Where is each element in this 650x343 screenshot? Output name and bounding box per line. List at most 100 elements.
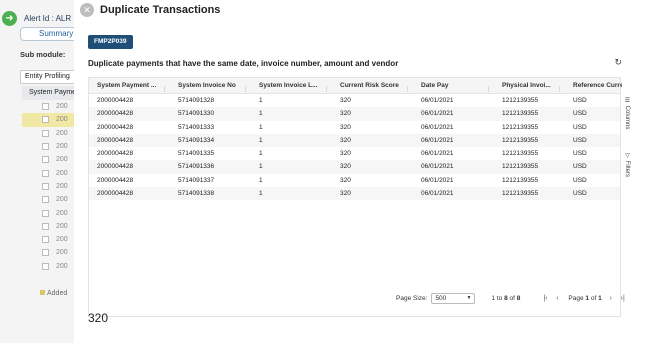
- rule-tag-button[interactable]: FMP2P039: [88, 35, 133, 49]
- row-checkbox[interactable]: [42, 209, 49, 217]
- row-checkbox[interactable]: [42, 169, 49, 177]
- bg-row[interactable]: 200: [22, 127, 80, 140]
- bg-row[interactable]: 200: [22, 153, 80, 166]
- bg-row-list: 200 200 200 200 200 200 200 200 200 200 200 200 200: [22, 100, 80, 273]
- table-cell: 1212139355: [502, 176, 539, 184]
- column-menu-icon[interactable]: ⋮: [405, 82, 412, 93]
- row-checkbox[interactable]: [42, 236, 49, 244]
- column-header[interactable]: Reference Curre...: [565, 78, 622, 93]
- grid-body: 2000004428 5714091328 1 320 06/01/2021 121213…: [89, 94, 620, 201]
- range-to: 8: [504, 294, 508, 302]
- column-header[interactable]: System Invoice No ⋮: [170, 78, 251, 93]
- added-swatch: [40, 290, 45, 295]
- row-checkbox[interactable]: [42, 156, 49, 164]
- table-cell: 1: [259, 136, 263, 144]
- column-header[interactable]: System Payment ... ⋮: [89, 78, 170, 93]
- table-cell: USD: [573, 176, 587, 184]
- bg-row[interactable]: 200: [22, 220, 80, 233]
- bg-row[interactable]: 200: [22, 166, 80, 179]
- bg-row-value: 200: [56, 236, 68, 244]
- row-checkbox[interactable]: [42, 116, 49, 124]
- next-page-icon[interactable]: ›: [606, 295, 616, 302]
- row-checkbox[interactable]: [42, 143, 49, 151]
- table-cell: 1212139355: [502, 110, 539, 118]
- table-row[interactable]: 2000004428 5714091334 1 320 06/01/2021 121213…: [89, 133, 620, 148]
- row-checkbox[interactable]: [42, 182, 49, 190]
- table-cell: 1: [259, 150, 263, 158]
- column-header[interactable]: Date Pay ⋮: [413, 78, 494, 93]
- column-header-label: Date Pay: [421, 82, 449, 89]
- range-total: 8: [516, 294, 521, 302]
- column-header[interactable]: Physical Invoi... ⋮: [494, 78, 565, 93]
- bg-row[interactable]: 200: [22, 100, 80, 113]
- table-row[interactable]: 2000004428 5714091336 1 320 06/01/2021 121213…: [89, 160, 620, 174]
- previous-page-icon[interactable]: ‹: [552, 295, 562, 302]
- bg-row[interactable]: 200: [22, 260, 80, 273]
- column-menu-icon[interactable]: ⋮: [557, 82, 564, 93]
- table-row[interactable]: 2000004428 5714091338 1 320 06/01/2021 121213…: [89, 187, 620, 201]
- column-menu-icon[interactable]: ⋮: [162, 82, 169, 93]
- page-size-select[interactable]: 500 ▼: [431, 292, 476, 304]
- column-header[interactable]: System Invoice L... ⋮: [251, 78, 332, 93]
- transactions-grid: System Payment ... ⋮ System Invoice No ⋮ Sys…: [88, 77, 622, 317]
- table-cell: 1: [259, 176, 263, 184]
- row-checkbox[interactable]: [42, 129, 49, 137]
- summary-tab[interactable]: Summary: [20, 27, 80, 41]
- bg-row[interactable]: 200: [22, 233, 80, 246]
- close-icon[interactable]: ✕: [80, 3, 94, 17]
- row-checkbox[interactable]: [42, 262, 49, 270]
- bg-row[interactable]: 200: [22, 193, 80, 206]
- table-cell: 06/01/2021: [421, 97, 454, 104]
- table-cell: 2000004428: [97, 176, 134, 184]
- table-cell: 06/01/2021: [421, 150, 454, 158]
- table-cell: 5714091333: [178, 123, 215, 131]
- table-cell: USD: [573, 163, 587, 171]
- table-row[interactable]: 2000004428 5714091330 1 320 06/01/2021 121213…: [89, 107, 620, 121]
- table-cell: USD: [573, 97, 587, 104]
- row-checkbox[interactable]: [42, 222, 49, 230]
- table-cell: 320: [340, 150, 351, 158]
- filters-tab-label: Filters: [624, 160, 630, 178]
- column-header-label: System Invoice No: [178, 82, 236, 89]
- row-checkbox[interactable]: [42, 196, 49, 204]
- range-from: 1: [491, 294, 496, 302]
- table-row[interactable]: 2000004428 5714091335 1 320 06/01/2021 121213…: [89, 147, 620, 160]
- bg-row-value: 200: [56, 209, 68, 217]
- table-cell: 5714091328: [178, 97, 215, 104]
- column-menu-icon[interactable]: ⋮: [324, 82, 331, 93]
- bg-row[interactable]: 200: [22, 180, 80, 193]
- bg-row[interactable]: 200: [22, 246, 80, 259]
- row-range: 1 to 8 of 8: [491, 295, 520, 302]
- table-row[interactable]: 2000004428 5714091328 1 320 06/01/2021 121213…: [89, 94, 620, 107]
- first-page-icon[interactable]: |‹: [540, 295, 550, 302]
- row-checkbox[interactable]: [42, 103, 49, 111]
- column-menu-icon[interactable]: ⋮: [486, 82, 493, 93]
- table-cell: USD: [573, 136, 587, 144]
- table-cell: 2000004428: [97, 97, 134, 104]
- table-cell: 320: [340, 163, 351, 171]
- column-menu-icon[interactable]: ⋮: [243, 82, 250, 93]
- refresh-icon[interactable]: ↻: [614, 57, 622, 68]
- row-checkbox[interactable]: [42, 249, 49, 257]
- table-row[interactable]: 2000004428 5714091333 1 320 06/01/2021 121213…: [89, 121, 620, 134]
- bg-row[interactable]: 200: [22, 113, 80, 127]
- table-cell: 06/01/2021: [421, 110, 454, 118]
- table-cell: 320: [340, 176, 351, 184]
- table-cell: 320: [340, 190, 351, 198]
- last-page-icon[interactable]: ›|: [618, 295, 628, 302]
- entity-profiling-tab[interactable]: Entity Profiling: [20, 70, 80, 84]
- back-arrow-icon[interactable]: ➜: [2, 11, 17, 26]
- table-cell: USD: [573, 150, 587, 158]
- background-page: ➜ Alert Id : ALR Summary Sub module: Ent…: [0, 0, 80, 343]
- grid-side-panel: ☰ Columns ▽ Filters: [621, 77, 631, 317]
- column-header-label: Physical Invoi...: [502, 82, 551, 89]
- sub-module-label: Sub module:: [20, 50, 66, 59]
- table-row[interactable]: 2000004428 5714091337 1 320 06/01/2021 121213…: [89, 174, 620, 187]
- column-header[interactable]: Current Risk Score ⋮: [332, 78, 413, 93]
- bg-row[interactable]: 200: [22, 140, 80, 153]
- table-cell: 320: [340, 110, 351, 118]
- table-cell: 2000004428: [97, 150, 134, 158]
- filters-tab[interactable]: ▽ Filters: [621, 152, 631, 177]
- columns-tab[interactable]: ☰ Columns: [621, 97, 631, 129]
- bg-row[interactable]: 200: [22, 206, 80, 219]
